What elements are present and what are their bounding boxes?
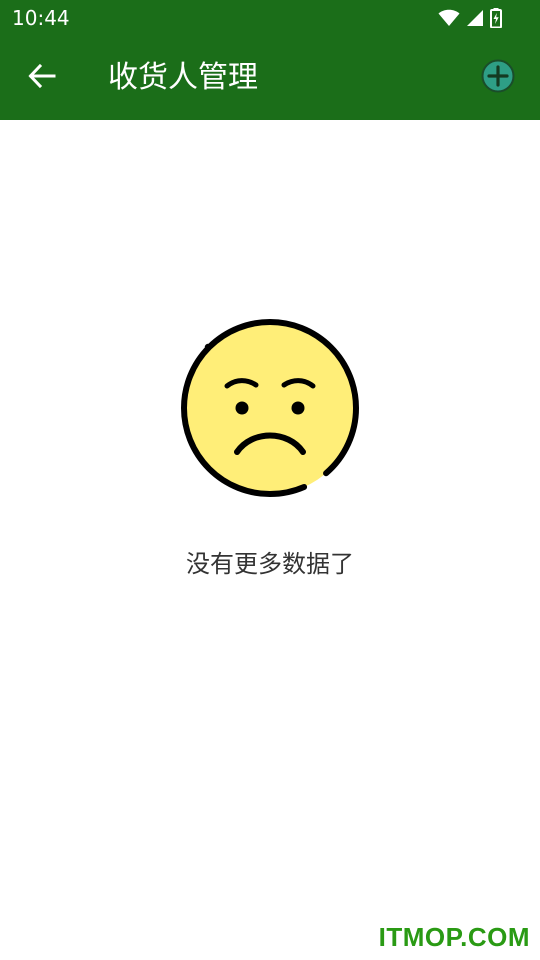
arrow-left-icon: [28, 63, 56, 92]
plus-circle-icon: [481, 59, 515, 97]
status-time: 10:44: [12, 6, 70, 30]
signal-icon: [466, 9, 484, 27]
add-consignee-button[interactable]: [480, 59, 516, 97]
battery-charging-icon: [490, 8, 502, 28]
status-bar: 10:44: [0, 0, 540, 36]
sad-face-icon: [0, 318, 540, 498]
app-bar: 收货人管理: [0, 36, 540, 120]
status-icons: [438, 7, 502, 29]
page-title: 收货人管理: [108, 60, 258, 95]
empty-message: 没有更多数据了: [186, 550, 354, 578]
empty-state: 没有更多数据了: [0, 318, 540, 580]
wifi-icon: [438, 9, 460, 27]
app-screen: 10:44 收货人管理 没有更多数据了 ITMOP.COM: [0, 0, 540, 960]
back-button[interactable]: [24, 58, 60, 98]
watermark-text: ITMOP.COM: [378, 922, 530, 952]
